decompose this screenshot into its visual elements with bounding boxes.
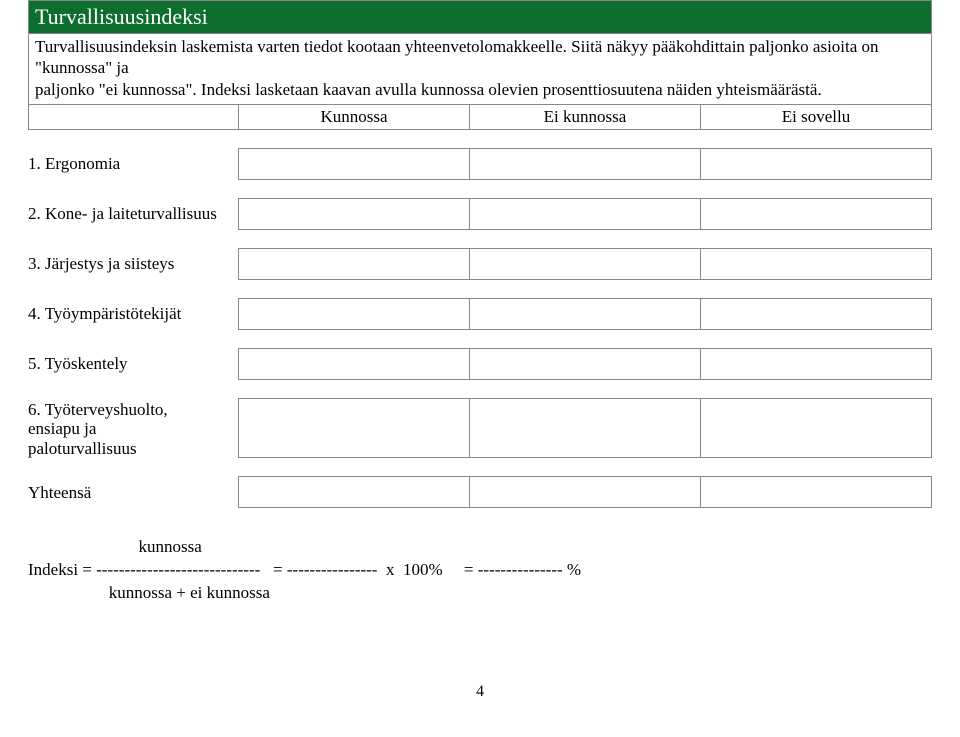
intro-text: Turvallisuusindeksin laskemista varten t… <box>28 33 932 105</box>
table-row: 2. Kone- ja laiteturvallisuus <box>28 198 932 230</box>
cell <box>239 149 470 179</box>
cell <box>470 477 701 507</box>
table-row: Yhteensä <box>28 476 932 508</box>
row-cells <box>238 198 932 230</box>
row-cells <box>238 398 932 459</box>
row-cells <box>238 348 932 380</box>
cell <box>701 477 931 507</box>
row-label: 6. Työterveyshuolto, ensiapu ja paloturv… <box>28 398 238 459</box>
row-cells <box>238 148 932 180</box>
cell <box>701 299 931 329</box>
cell <box>239 349 470 379</box>
cell <box>239 249 470 279</box>
cell <box>470 249 701 279</box>
table-row: 6. Työterveyshuolto, ensiapu ja paloturv… <box>28 398 932 459</box>
header-ei-kunnossa: Ei kunnossa <box>470 105 701 129</box>
page-number: 4 <box>28 683 932 701</box>
row-cells <box>238 248 932 280</box>
cell <box>470 149 701 179</box>
cell <box>470 349 701 379</box>
table-row: 1. Ergonomia <box>28 148 932 180</box>
cell <box>470 399 701 458</box>
category-rows: 1. Ergonomia 2. Kone- ja laiteturvallisuu… <box>28 148 932 509</box>
cell <box>701 249 931 279</box>
header-kunnossa: Kunnossa <box>239 105 470 129</box>
row-label: 2. Kone- ja laiteturvallisuus <box>28 198 238 230</box>
cell <box>239 299 470 329</box>
cell <box>701 199 931 229</box>
row-label: 1. Ergonomia <box>28 148 238 180</box>
cell <box>470 199 701 229</box>
row-label: 3. Järjestys ja siisteys <box>28 248 238 280</box>
intro-line-2: paljonko "ei kunnossa". Indeksi lasketaa… <box>35 80 822 99</box>
table-row: 4. Työympäristötekijät <box>28 298 932 330</box>
cell <box>239 399 470 458</box>
cell <box>239 199 470 229</box>
row-cells <box>238 476 932 508</box>
row-label: 5. Työskentely <box>28 348 238 380</box>
page-title: Turvallisuusindeksi <box>28 0 932 33</box>
index-formula: kunnossa Indeksi = ---------------------… <box>28 536 932 605</box>
row-label: 4. Työympäristötekijät <box>28 298 238 330</box>
cell <box>239 477 470 507</box>
table-row: 5. Työskentely <box>28 348 932 380</box>
cell <box>470 299 701 329</box>
column-headers: Kunnossa Ei kunnossa Ei sovellu <box>28 105 932 130</box>
cell <box>701 149 931 179</box>
intro-line-1: Turvallisuusindeksin laskemista varten t… <box>35 37 879 77</box>
header-ei-sovellu: Ei sovellu <box>701 105 931 129</box>
row-cells <box>238 298 932 330</box>
header-spacer <box>29 105 239 129</box>
row-label: Yhteensä <box>28 476 238 508</box>
table-row: 3. Järjestys ja siisteys <box>28 248 932 280</box>
cell <box>701 399 931 458</box>
cell <box>701 349 931 379</box>
